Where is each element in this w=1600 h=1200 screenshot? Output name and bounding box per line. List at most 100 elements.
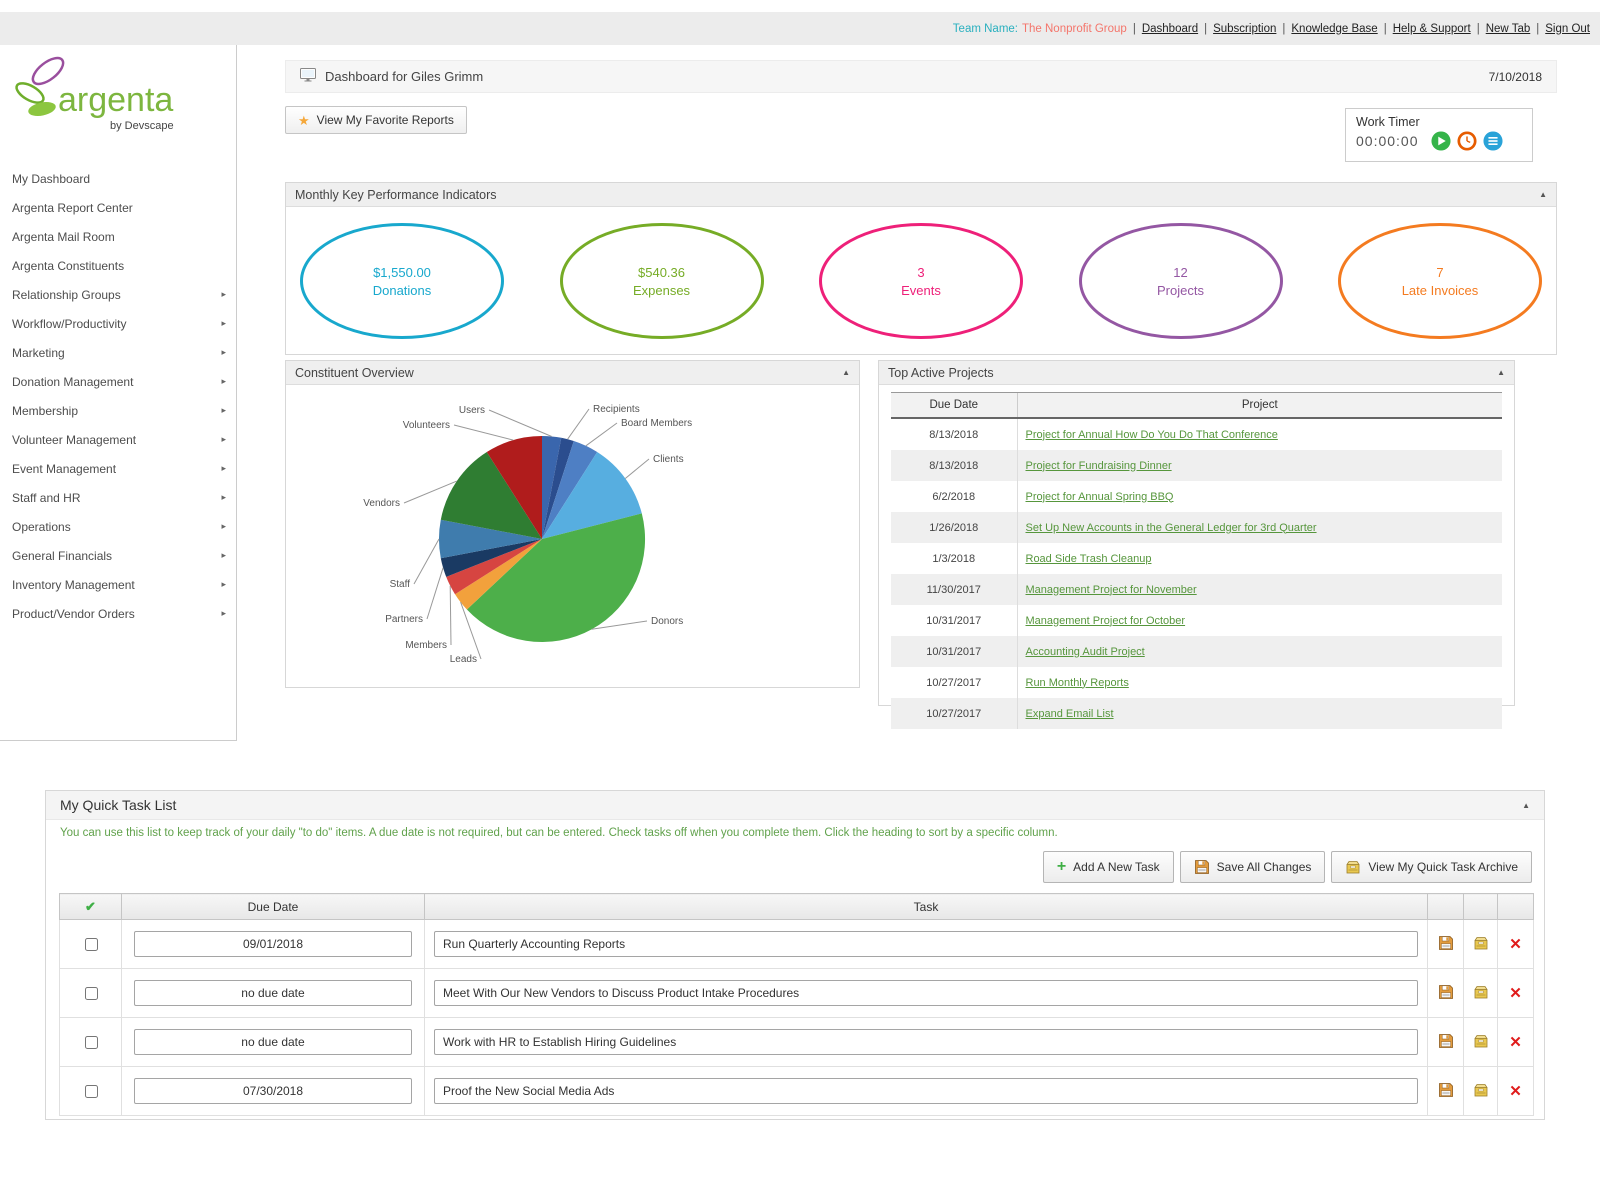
collapse-arrow-icon[interactable]: ▲ xyxy=(1522,801,1530,810)
archive-task-icon[interactable] xyxy=(1473,1033,1489,1049)
add-new-task-button[interactable]: + Add A New Task xyxy=(1042,851,1174,883)
sidebar-item-membership[interactable]: Membership ▸ xyxy=(0,396,236,425)
timer-log-icon[interactable] xyxy=(1482,131,1503,151)
task-complete-checkbox[interactable] xyxy=(84,986,98,1000)
kpi-value: $1,550.00 xyxy=(373,264,431,280)
sidebar-item-argenta-report-center[interactable]: Argenta Report Center xyxy=(0,193,236,222)
delete-task-icon[interactable]: ✕ xyxy=(1509,1034,1522,1051)
project-link[interactable]: Set Up New Accounts in the General Ledge… xyxy=(1026,522,1317,534)
sidebar-item-label: Workflow/Productivity xyxy=(12,316,127,331)
project-link[interactable]: Road Side Trash Cleanup xyxy=(1026,553,1152,565)
sidebar-item-argenta-constituents[interactable]: Argenta Constituents xyxy=(0,251,236,280)
topbar-link-dashboard[interactable]: Dashboard xyxy=(1142,23,1198,35)
delete-task-icon[interactable]: ✕ xyxy=(1509,936,1522,953)
topbar-link-sign-out[interactable]: Sign Out xyxy=(1545,23,1590,35)
view-task-archive-button[interactable]: View My Quick Task Archive xyxy=(1331,851,1532,883)
page-header-bar: Dashboard for Giles Grimm 7/10/2018 xyxy=(285,60,1557,93)
project-link[interactable]: Accounting Audit Project xyxy=(1026,646,1145,658)
project-row: 8/13/2018 Project for Fundraising Dinner xyxy=(891,450,1502,481)
task-column-header[interactable]: Task xyxy=(424,893,1428,920)
save-task-icon[interactable] xyxy=(1438,1082,1454,1098)
sidebar-item-workflow-productivity[interactable]: Workflow/Productivity ▸ xyxy=(0,309,236,338)
topbar-link-knowledge-base[interactable]: Knowledge Base xyxy=(1291,23,1377,35)
project-link[interactable]: Expand Email List xyxy=(1026,708,1114,720)
due-date-column-header[interactable]: Due Date xyxy=(121,893,425,920)
pie-label-line xyxy=(426,567,444,620)
kpi-late-invoices: 7 Late Invoices xyxy=(1338,223,1542,339)
team-name-label: Team Name: xyxy=(952,22,1018,35)
separator: | xyxy=(1282,22,1286,35)
task-table: ✔ Due Date Task ✕ ✕ ✕ ✕ xyxy=(59,893,1534,1116)
sidebar-item-donation-management[interactable]: Donation Management ▸ xyxy=(0,367,236,396)
project-link[interactable]: Project for Fundraising Dinner xyxy=(1026,460,1172,472)
task-save-cell xyxy=(1427,1017,1464,1067)
sidebar-item-argenta-mail-room[interactable]: Argenta Mail Room xyxy=(0,222,236,251)
logo: argenta by Devscape xyxy=(0,45,236,154)
task-due-date-input[interactable] xyxy=(134,931,412,957)
sidebar-item-inventory-management[interactable]: Inventory Management ▸ xyxy=(0,570,236,599)
kpi-label: Late Invoices xyxy=(1401,282,1479,298)
save-task-icon[interactable] xyxy=(1438,984,1454,1000)
chevron-right-icon: ▸ xyxy=(221,434,226,444)
delete-column-header xyxy=(1497,893,1534,920)
pie-label-donors: Donors xyxy=(651,616,683,627)
chevron-right-icon: ▸ xyxy=(221,376,226,386)
archive-task-icon[interactable] xyxy=(1473,984,1489,1000)
project-link[interactable]: Project for Annual Spring BBQ xyxy=(1026,491,1174,503)
topbar-link-help-support[interactable]: Help & Support xyxy=(1393,23,1471,35)
project-link[interactable]: Management Project for November xyxy=(1026,584,1197,596)
sidebar-item-general-financials[interactable]: General Financials ▸ xyxy=(0,541,236,570)
sidebar-item-operations[interactable]: Operations ▸ xyxy=(0,512,236,541)
timer-clock-icon[interactable] xyxy=(1456,131,1477,151)
project-link[interactable]: Project for Annual How Do You Do That Co… xyxy=(1026,429,1278,441)
save-all-changes-button[interactable]: Save All Changes xyxy=(1179,851,1326,883)
task-due-date-input[interactable] xyxy=(134,980,412,1006)
topbar-link-new-tab[interactable]: New Tab xyxy=(1486,23,1531,35)
project-link[interactable]: Run Monthly Reports xyxy=(1026,677,1129,689)
save-task-icon[interactable] xyxy=(1438,1033,1454,1049)
project-row: 1/3/2018 Road Side Trash Cleanup xyxy=(891,543,1502,574)
task-text-input[interactable] xyxy=(434,980,1418,1006)
quick-task-list-panel: My Quick Task List ▲ You can use this li… xyxy=(45,790,1545,1120)
view-favorite-reports-button[interactable]: ★ View My Favorite Reports xyxy=(285,106,467,134)
logo-wordmark: argenta xyxy=(58,81,173,119)
project-cell: Set Up New Accounts in the General Ledge… xyxy=(1016,512,1502,543)
collapse-arrow-icon[interactable]: ▲ xyxy=(842,368,850,377)
kpi-label: Events xyxy=(901,282,941,298)
save-all-changes-label: Save All Changes xyxy=(1216,860,1312,874)
task-due-date-input[interactable] xyxy=(134,1078,412,1104)
sidebar-item-marketing[interactable]: Marketing ▸ xyxy=(0,338,236,367)
archive-task-icon[interactable] xyxy=(1473,935,1489,951)
task-text-input[interactable] xyxy=(434,931,1418,957)
kpi-projects: 12 Projects xyxy=(1078,223,1283,339)
topbar-link-subscription[interactable]: Subscription xyxy=(1213,23,1276,35)
sidebar-item-my-dashboard[interactable]: My Dashboard xyxy=(0,164,236,193)
timer-play-icon[interactable] xyxy=(1430,131,1451,151)
pie-label-line xyxy=(624,458,650,479)
task-complete-checkbox[interactable] xyxy=(84,937,98,951)
task-complete-checkbox[interactable] xyxy=(84,1084,98,1098)
collapse-arrow-icon[interactable]: ▲ xyxy=(1539,190,1547,199)
task-check-cell xyxy=(59,1066,122,1116)
project-link[interactable]: Management Project for October xyxy=(1026,615,1186,627)
sidebar-item-volunteer-management[interactable]: Volunteer Management ▸ xyxy=(0,425,236,454)
kpi-panel: Monthly Key Performance Indicators ▲ $1,… xyxy=(285,182,1557,355)
task-due-date-input[interactable] xyxy=(134,1029,412,1055)
project-due-date: 10/27/2017 xyxy=(926,707,982,720)
collapse-arrow-icon[interactable]: ▲ xyxy=(1497,368,1505,377)
sidebar-item-staff-and-hr[interactable]: Staff and HR ▸ xyxy=(0,483,236,512)
archive-task-icon[interactable] xyxy=(1473,1082,1489,1098)
project-cell: Management Project for November xyxy=(1016,574,1502,605)
task-complete-checkbox[interactable] xyxy=(84,1035,98,1049)
sidebar-item-event-management[interactable]: Event Management ▸ xyxy=(0,454,236,483)
kpi-label: Expenses xyxy=(632,282,691,298)
save-task-icon[interactable] xyxy=(1438,935,1454,951)
sidebar-item-relationship-groups[interactable]: Relationship Groups ▸ xyxy=(0,280,236,309)
delete-task-icon[interactable]: ✕ xyxy=(1509,985,1522,1002)
delete-task-icon[interactable]: ✕ xyxy=(1509,1083,1522,1100)
sidebar-item-product-vendor-orders[interactable]: Product/Vendor Orders ▸ xyxy=(0,599,236,628)
task-delete-cell: ✕ xyxy=(1497,1017,1534,1067)
task-text-input[interactable] xyxy=(434,1078,1418,1104)
task-text-input[interactable] xyxy=(434,1029,1418,1055)
project-due-date: 10/31/2017 xyxy=(926,645,982,658)
